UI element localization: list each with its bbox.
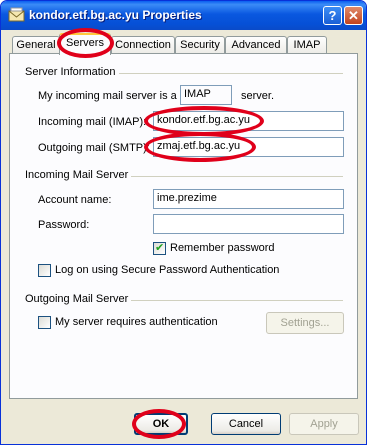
account-name-input[interactable]: ime.prezime	[153, 189, 344, 209]
remember-password-checkbox[interactable]	[153, 241, 166, 255]
incoming-mail-server-input[interactable]: kondor.etf.bg.ac.yu	[153, 111, 344, 131]
password-input[interactable]	[153, 214, 344, 234]
server-type-prefix-label: My incoming mail server is a	[38, 90, 177, 102]
account-name-label: Account name:	[38, 194, 112, 206]
server-type-suffix-label: server.	[241, 90, 275, 102]
server-requires-auth-checkbox[interactable]	[38, 316, 51, 329]
mail-account-icon	[8, 7, 25, 22]
password-label: Password:	[38, 219, 90, 231]
tab-advanced[interactable]: Advanced	[225, 36, 287, 54]
ok-button[interactable]: OK	[134, 413, 188, 435]
outgoing-mail-server-input[interactable]: zmaj.etf.bg.ac.yu	[153, 137, 344, 157]
close-button[interactable]: ✕	[344, 6, 363, 25]
tab-imap[interactable]: IMAP	[287, 36, 327, 54]
server-requires-auth-label[interactable]: My server requires authentication	[55, 316, 218, 328]
section-divider	[131, 300, 343, 301]
outgoing-mail-server-heading: Outgoing Mail Server	[25, 293, 129, 305]
tab-servers[interactable]: Servers	[59, 33, 111, 55]
tab-general[interactable]: General	[12, 36, 60, 54]
apply-button[interactable]: Apply	[289, 413, 359, 435]
incoming-mail-label: Incoming mail (IMAP):	[38, 116, 147, 128]
secure-password-auth-label[interactable]: Log on using Secure Password Authenticat…	[55, 264, 279, 276]
section-divider	[131, 176, 343, 177]
help-button[interactable]: ?	[323, 6, 342, 25]
title-bar[interactable]: kondor.etf.bg.ac.yu Properties ? ✕	[1, 1, 366, 30]
settings-button[interactable]: Settings...	[266, 312, 344, 334]
tab-security[interactable]: Security	[175, 36, 225, 54]
outgoing-mail-label: Outgoing mail (SMTP):	[38, 142, 150, 154]
remember-password-label[interactable]: Remember password	[170, 242, 275, 254]
section-divider	[119, 73, 343, 74]
tab-connection[interactable]: Connection	[111, 36, 175, 54]
properties-dialog: kondor.etf.bg.ac.yu Properties ? ✕ Gener…	[0, 0, 367, 445]
tab-strip: General Servers Connection Security Adva…	[1, 30, 366, 55]
secure-password-auth-checkbox[interactable]	[38, 264, 51, 277]
window-title: kondor.etf.bg.ac.yu Properties	[29, 8, 202, 22]
cancel-button[interactable]: Cancel	[211, 413, 281, 435]
incoming-mail-server-heading: Incoming Mail Server	[25, 169, 129, 181]
server-type-field: IMAP	[180, 85, 232, 105]
server-information-heading: Server Information	[25, 66, 116, 78]
